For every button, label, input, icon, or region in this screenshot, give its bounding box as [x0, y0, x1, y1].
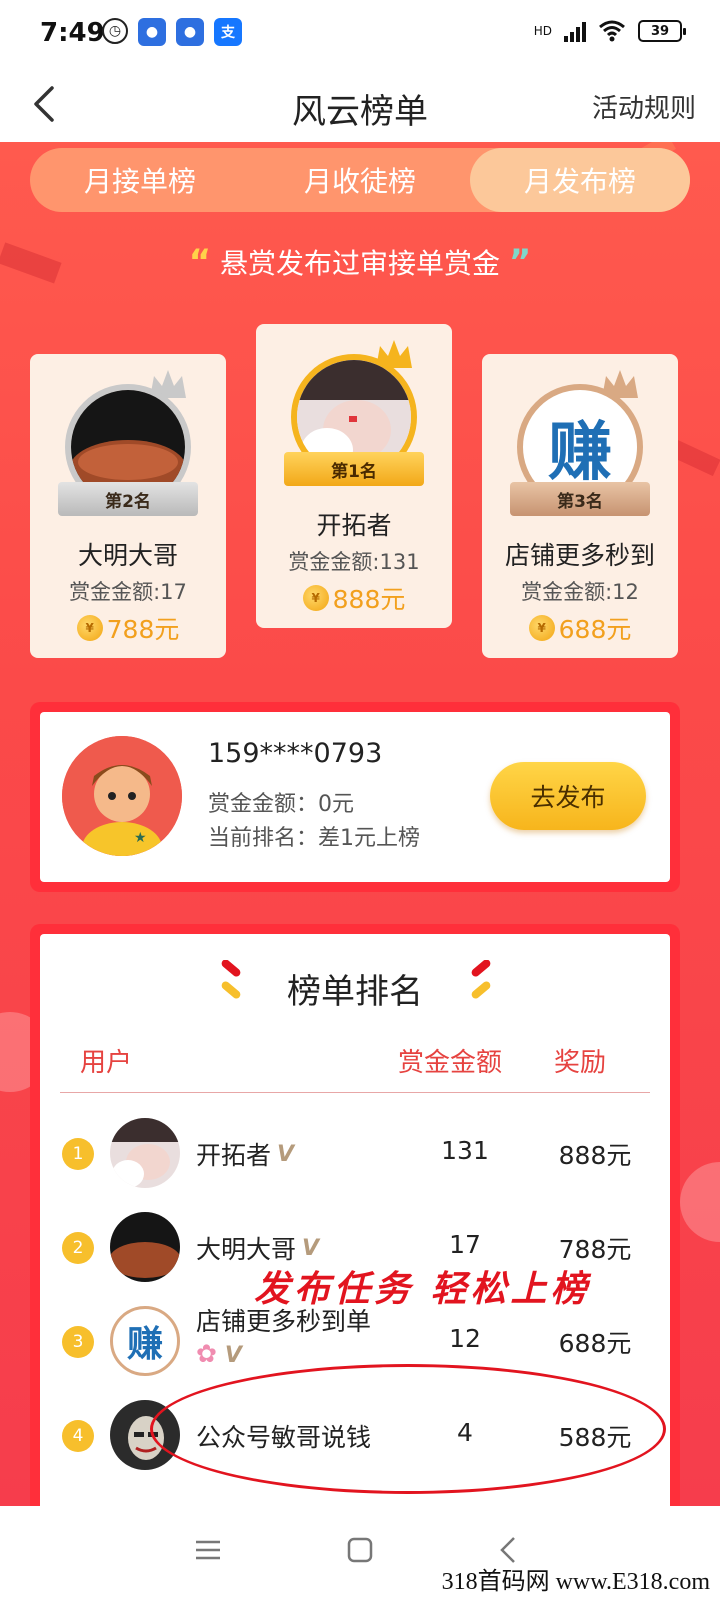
row-amount: 131 — [441, 1136, 489, 1165]
column-amount: 赏金金额 — [398, 1048, 503, 1078]
podium-amount: 赏金金额:12 — [521, 580, 639, 604]
row-name-text: 开拓者 — [196, 1141, 272, 1170]
quote-close-icon: ” — [508, 242, 532, 282]
row-amount: 17 — [449, 1230, 481, 1259]
wifi-icon — [599, 20, 625, 42]
rank-ribbon: 第2名 — [58, 482, 198, 516]
rank-number: 3 — [62, 1326, 94, 1358]
verified-icon: V — [277, 1141, 295, 1167]
status-right: HD 39 — [533, 20, 686, 42]
row-amount: 12 — [449, 1324, 481, 1353]
app-notification-icon: ● — [176, 18, 204, 46]
column-reward: 奖励 — [554, 1048, 607, 1078]
my-amount: 赏金金额：0元 — [208, 792, 354, 817]
avatar: ★ — [62, 736, 182, 856]
status-bar: 7:49 ◷ ● ● 支 HD 39 — [0, 0, 720, 68]
rank-number: 1 — [62, 1138, 94, 1170]
tab-monthly-publish[interactable]: 月发布榜 — [470, 148, 690, 212]
podium-third[interactable]: 赚 第3名 店铺更多秒到 赏金金额:12 ¥ 688元 — [482, 354, 678, 658]
status-time: 7:49 — [40, 18, 105, 48]
highlight-oval — [150, 1364, 666, 1494]
alarm-icon: ◷ — [102, 18, 128, 44]
podium-amount: 赏金金额:131 — [288, 550, 420, 574]
avatar-logo-text: 赚 — [548, 416, 612, 490]
rank-number: 2 — [62, 1232, 94, 1264]
podium-name: 大明大哥 — [77, 541, 178, 570]
podium-second[interactable]: 第2名 大明大哥 赏金金额:17 ¥ 788元 — [30, 354, 226, 658]
battery-icon: 39 — [638, 20, 686, 42]
podium-amount: 赏金金额:17 — [69, 580, 187, 604]
row-reward: 688元 — [558, 1329, 632, 1358]
menu-icon[interactable] — [188, 1530, 228, 1570]
my-phone: 159****0793 — [208, 738, 383, 769]
coin-icon: ¥ — [528, 615, 555, 641]
my-rank: 当前排名：差1元上榜 — [208, 826, 420, 851]
divider — [60, 1092, 650, 1093]
svg-text:★: ★ — [134, 830, 147, 846]
avatar — [110, 1212, 180, 1282]
rank-ribbon: 第3名 — [510, 482, 650, 516]
row-reward: 888元 — [558, 1141, 632, 1170]
avatar-logo-text: 赚 — [126, 1324, 163, 1365]
publish-button[interactable]: 去发布 — [490, 762, 646, 830]
avatar: 赚 — [110, 1306, 180, 1376]
rank-ribbon: 第1名 — [284, 452, 424, 486]
ranking-title: 榜单排名 — [287, 972, 423, 1012]
title-decoration-icon — [471, 960, 491, 999]
app-notification-icon: ● — [138, 18, 166, 46]
activity-rules-link[interactable]: 活动规则 — [592, 88, 696, 125]
coin-icon: ¥ — [76, 615, 103, 641]
podium-reward-value: 688元 — [558, 615, 632, 644]
podium-reward-value: 788元 — [106, 615, 180, 644]
status-notification-icons: ◷ ● ● 支 — [102, 18, 242, 46]
podium-reward: ¥ 788元 — [30, 610, 226, 646]
table-row[interactable]: 1 开拓者 V 131 888元 — [40, 1108, 670, 1200]
network-type: HD — [533, 24, 552, 38]
watermark-text: 318首码网 www.E318.com — [441, 1569, 710, 1595]
signal-icon — [564, 20, 586, 42]
system-nav-bar: 318首码网 www.E318.com — [0, 1506, 720, 1600]
verified-icon: V — [224, 1343, 242, 1368]
row-name: 店铺更多秒到单 ✿ V — [196, 1306, 396, 1372]
promo-annotation: 发布任务 轻松上榜 — [254, 1268, 591, 1310]
tab-monthly-apprentices[interactable]: 月收徒榜 — [250, 148, 470, 212]
coin-icon: ¥ — [302, 585, 329, 611]
alipay-icon: 支 — [214, 18, 242, 46]
podium-reward: ¥ 888元 — [256, 580, 452, 616]
flower-icon: ✿ — [196, 1339, 217, 1368]
tab-monthly-orders[interactable]: 月接单榜 — [30, 148, 250, 212]
rank-number: 4 — [62, 1420, 94, 1452]
row-name: 开拓者 V — [196, 1136, 294, 1172]
subtitle-text: 悬赏发布过审接单赏金 — [219, 247, 500, 280]
column-user: 用户 — [80, 1048, 133, 1078]
quote-open-icon: “ — [188, 242, 212, 282]
app-header: 风云榜单 活动规则 — [0, 68, 720, 142]
podium-reward-value: 888元 — [332, 585, 406, 614]
podium-name: 店铺更多秒到 — [504, 541, 655, 570]
podium-first[interactable]: 第1名 开拓者 赏金金额:131 ¥ 888元 — [256, 324, 452, 628]
ranking-tabs: 月接单榜 月收徒榜 月发布榜 — [30, 148, 690, 212]
podium-reward: ¥ 688元 — [482, 610, 678, 646]
podium-name: 开拓者 — [316, 511, 392, 540]
home-icon[interactable] — [340, 1530, 380, 1570]
leaderboard-subtitle: “ 悬赏发布过审接单赏金 ” — [0, 242, 720, 282]
my-status-card: ★ 159****0793 赏金金额：0元 当前排名：差1元上榜 去发布 — [30, 702, 680, 892]
avatar — [110, 1118, 180, 1188]
verified-icon: V — [302, 1235, 320, 1261]
my-status-inner: ★ 159****0793 赏金金额：0元 当前排名：差1元上榜 去发布 — [40, 712, 670, 882]
